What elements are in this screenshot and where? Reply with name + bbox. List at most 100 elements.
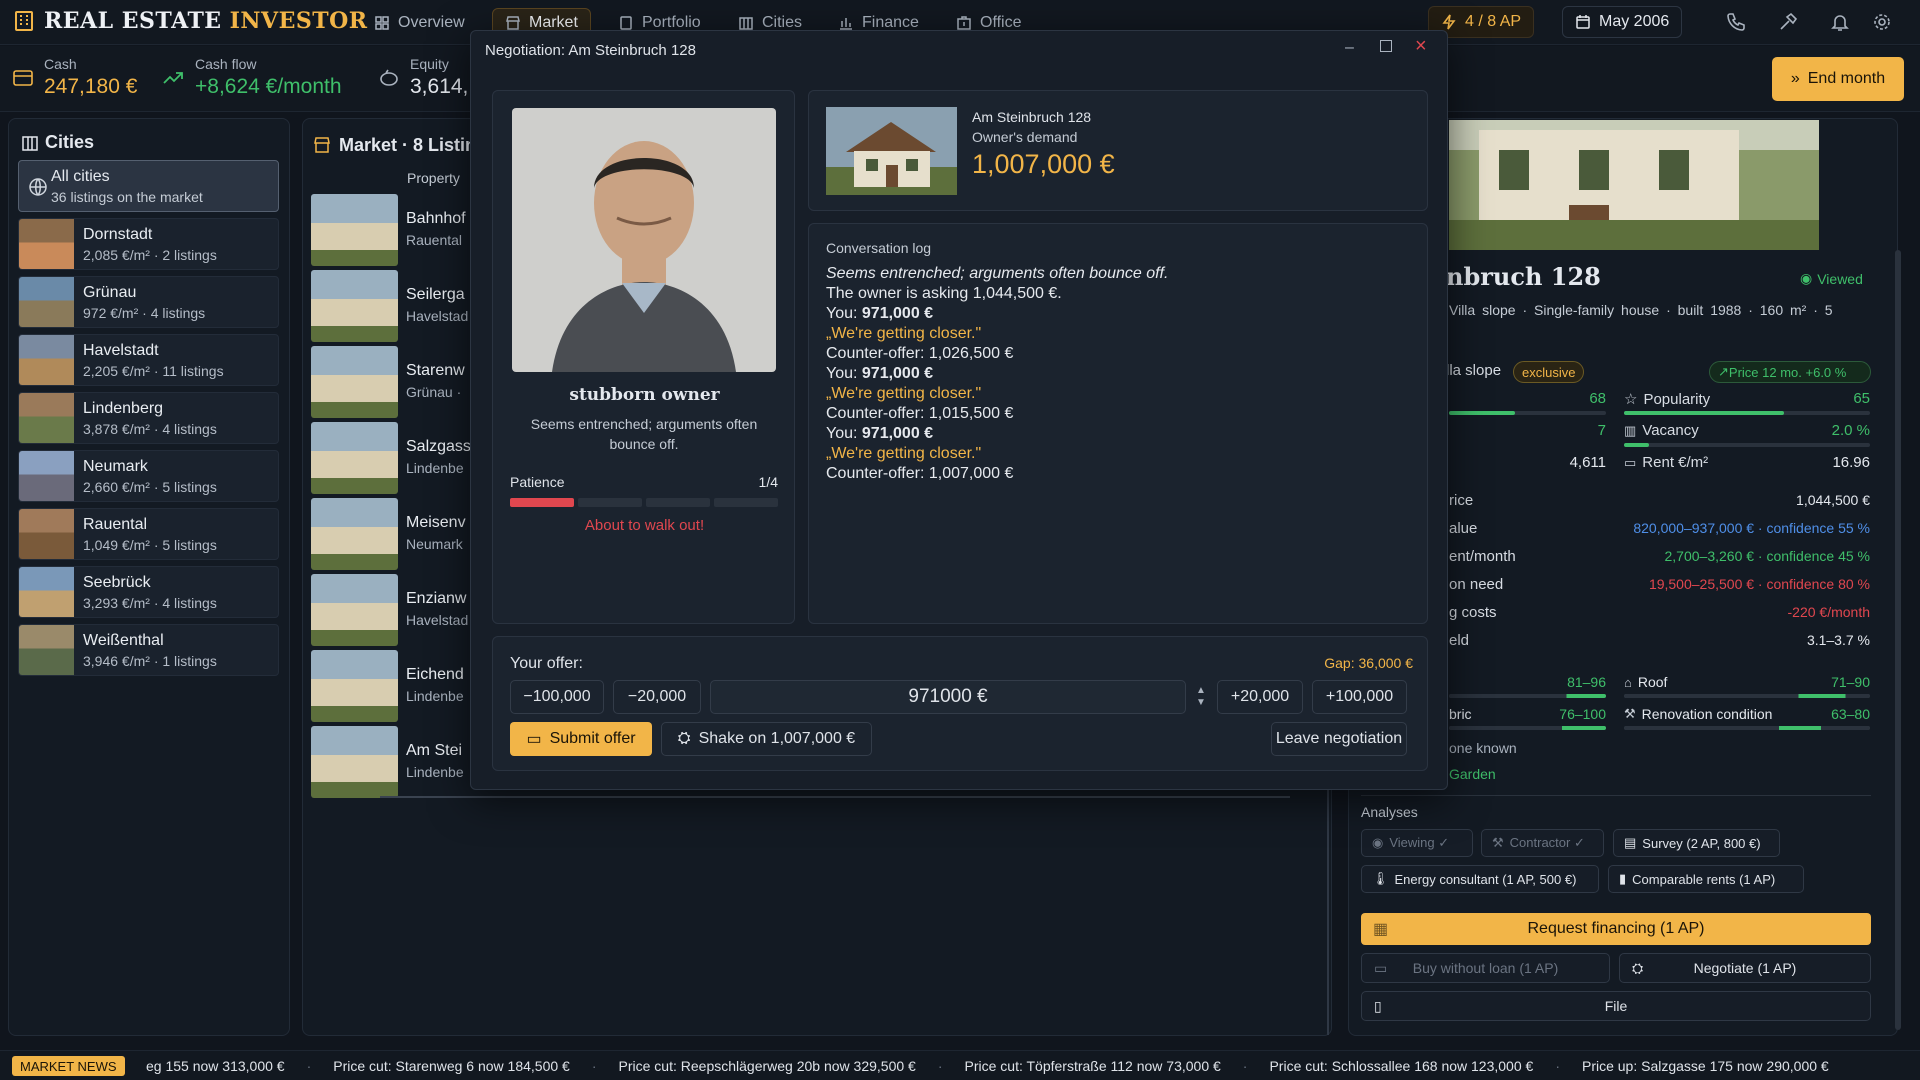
negotiate-button[interactable]: ⛭ Negotiate (1 AP) (1619, 953, 1871, 983)
file-label: File (1604, 998, 1628, 1014)
current-date: May 2006 (1599, 13, 1670, 30)
news-item[interactable]: eg 155 now 313,000 € (146, 1058, 285, 1074)
city-icon (21, 134, 39, 152)
listing-row[interactable]: Bahnhof Rauental (311, 194, 466, 266)
listing-row[interactable]: Salzgass Lindenbe (311, 422, 471, 494)
news-item[interactable]: Price cut: Reepschlägerweg 20b now 329,5… (619, 1058, 916, 1074)
city-item-dornstadt[interactable]: Dornstadt 2,085 €/m² · 2 listings (18, 218, 279, 270)
city-item-neumark[interactable]: Neumark 2,660 €/m² · 5 listings (18, 450, 279, 502)
nav-overview[interactable]: Overview (362, 8, 477, 38)
city-thumbnail (19, 393, 74, 443)
app-title-accent: INVESTOR (229, 8, 368, 34)
leave-negotiation-button[interactable]: Leave negotiation (1271, 722, 1407, 756)
news-item[interactable]: Price up: Salzgasse 175 now 290,000 € (1582, 1058, 1829, 1074)
city-item-rauental[interactable]: Rauental 1,049 €/m² · 5 listings (18, 508, 279, 560)
news-items: eg 155 now 313,000 € · Price cut: Starenwe… (146, 1058, 1829, 1074)
listing-city: Havelstad (406, 308, 469, 324)
city-name: Neumark (83, 458, 148, 475)
bell-icon[interactable] (1830, 12, 1850, 32)
property-card: Am Steinbruch 128 Owner's demand 1,007,0… (808, 90, 1428, 211)
news-item[interactable]: Price cut: Starenweg 6 now 184,500 € (333, 1058, 570, 1074)
log-speaker: You: (826, 425, 862, 442)
city-item-weißenthal[interactable]: Weißenthal 3,946 €/m² · 1 listings (18, 624, 279, 676)
house-icon: ⌂ (1624, 674, 1632, 690)
survey-button[interactable]: ▤ Survey (2 AP, 800 €) (1613, 829, 1780, 857)
offer-input[interactable]: 971000 € (710, 680, 1186, 714)
listing-row[interactable]: Meisenv Neumark (311, 498, 466, 570)
left-metric-1-fill (1449, 411, 1515, 415)
briefcase-icon (618, 15, 634, 31)
news-item[interactable]: Price cut: Töpferstraße 112 now 73,000 € (965, 1058, 1221, 1074)
listing-row[interactable]: Eichend Lindenbe (311, 650, 464, 722)
popularity-bar (1624, 411, 1870, 415)
left-metric-3: 4,611 (1569, 454, 1606, 471)
listing-city: Lindenbe (406, 460, 464, 476)
vacancy-label: Vacancy (1642, 422, 1699, 439)
city-item-lindenberg[interactable]: Lindenberg 3,878 €/m² · 4 listings (18, 392, 279, 444)
tag-icon: ▭ (1624, 454, 1637, 470)
cashflow-stat: Cash flow +8,624 €/month (195, 56, 342, 99)
city-item-seebrück[interactable]: Seebrück 3,293 €/m² · 4 listings (18, 566, 279, 618)
comparable-rents-button[interactable]: ▮ Comparable rents (1 AP) (1608, 865, 1804, 893)
gear-icon[interactable] (1872, 12, 1892, 32)
listing-city: Grünau · (406, 384, 462, 400)
renovation-row: ⚒ Renovation condition (1624, 706, 1772, 722)
plus-100000-button[interactable]: +100,000 (1312, 680, 1407, 714)
city-name: Havelstadt (83, 342, 159, 359)
listing-row[interactable]: Seilerga Havelstad (311, 270, 468, 342)
demand-value: 1,007,000 € (972, 149, 1115, 179)
listing-row[interactable]: Enzianw Havelstad (311, 574, 468, 646)
hammer-icon[interactable] (1778, 12, 1798, 32)
file-button[interactable]: ▯ File (1361, 991, 1871, 1021)
plus-20000-button[interactable]: +20,000 (1217, 680, 1303, 714)
listing-thumbnail (311, 422, 398, 494)
minus-20000-button[interactable]: −20,000 (613, 680, 701, 714)
listing-name: Salzgass (406, 438, 471, 455)
close-icon[interactable]: × (1415, 35, 1427, 58)
energy-consultant-button[interactable]: 🌡 Energy consultant (1 AP, 500 €) (1361, 865, 1599, 893)
news-item[interactable]: Price cut: Schlossallee 168 now 123,000 … (1269, 1058, 1533, 1074)
listing-row[interactable]: Starenw Grünau · (311, 346, 465, 418)
request-financing-label: Request financing (1 AP) (1527, 920, 1705, 937)
renovation-bar (1624, 726, 1870, 730)
cash-label: Cash (44, 56, 77, 72)
end-month-button[interactable]: » End month (1772, 57, 1904, 101)
offer-stepper[interactable]: ▲ ▼ (1194, 680, 1208, 714)
city-item-havelstadt[interactable]: Havelstadt 2,205 €/m² · 11 listings (18, 334, 279, 386)
news-separator: · (1242, 1058, 1248, 1074)
energy-label: Energy consultant (1 AP, 500 €) (1394, 871, 1577, 887)
wrench-icon: ⚒ (1624, 706, 1636, 721)
minimize-icon[interactable]: – (1345, 39, 1354, 57)
minus-100000-button[interactable]: −100,000 (510, 680, 604, 714)
offer-card: Your offer: Gap: 36,000 € −100,000 −20,0… (492, 636, 1428, 771)
city-thumbnail (19, 625, 74, 675)
detail-row-label: eld (1449, 632, 1470, 649)
detail-scrollbar[interactable] (1895, 250, 1901, 1030)
lightning-icon (1441, 14, 1457, 30)
city-item-grünau[interactable]: Grünau 972 €/m² · 4 listings (18, 276, 279, 328)
city-all[interactable]: All cities 36 listings on the market (18, 160, 279, 212)
shake-hands-button[interactable]: ⛭ Shake on 1,007,000 € (661, 722, 872, 756)
city-stats: 3,293 €/m² · 4 listings (83, 595, 217, 611)
listing-row[interactable]: Am Stei Lindenbe (311, 726, 464, 798)
chevron-up-icon[interactable]: ▲ (1196, 685, 1206, 697)
submit-offer-button[interactable]: ▭ Submit offer (510, 722, 652, 756)
city-thumbnail (19, 567, 74, 617)
patience-label: Patience (510, 474, 565, 490)
log-line: The owner is asking 1,044,500 €. (826, 285, 1062, 302)
request-financing-button[interactable]: ▦ Request financing (1 AP) (1361, 913, 1871, 945)
chevron-down-icon[interactable]: ▼ (1196, 697, 1206, 709)
eye-icon: ◉ (1372, 835, 1384, 850)
phone-icon[interactable] (1726, 12, 1746, 32)
listing-city: Lindenbe (406, 688, 464, 704)
news-separator: · (1555, 1058, 1560, 1074)
patience-segment (578, 498, 642, 507)
maximize-icon[interactable] (1380, 40, 1392, 52)
left-metric-1: 68 (1589, 390, 1606, 407)
roof-row: ⌂ Roof (1624, 674, 1667, 690)
dialog-title: Negotiation: Am Steinbruch 128 (485, 42, 696, 59)
listing-city: Rauental (406, 232, 463, 248)
building-small-icon: ▥ (1624, 422, 1637, 438)
column-header-property[interactable]: Property (407, 170, 460, 186)
buy-without-loan-button[interactable]: ▭ Buy without loan (1 AP) (1361, 953, 1610, 983)
